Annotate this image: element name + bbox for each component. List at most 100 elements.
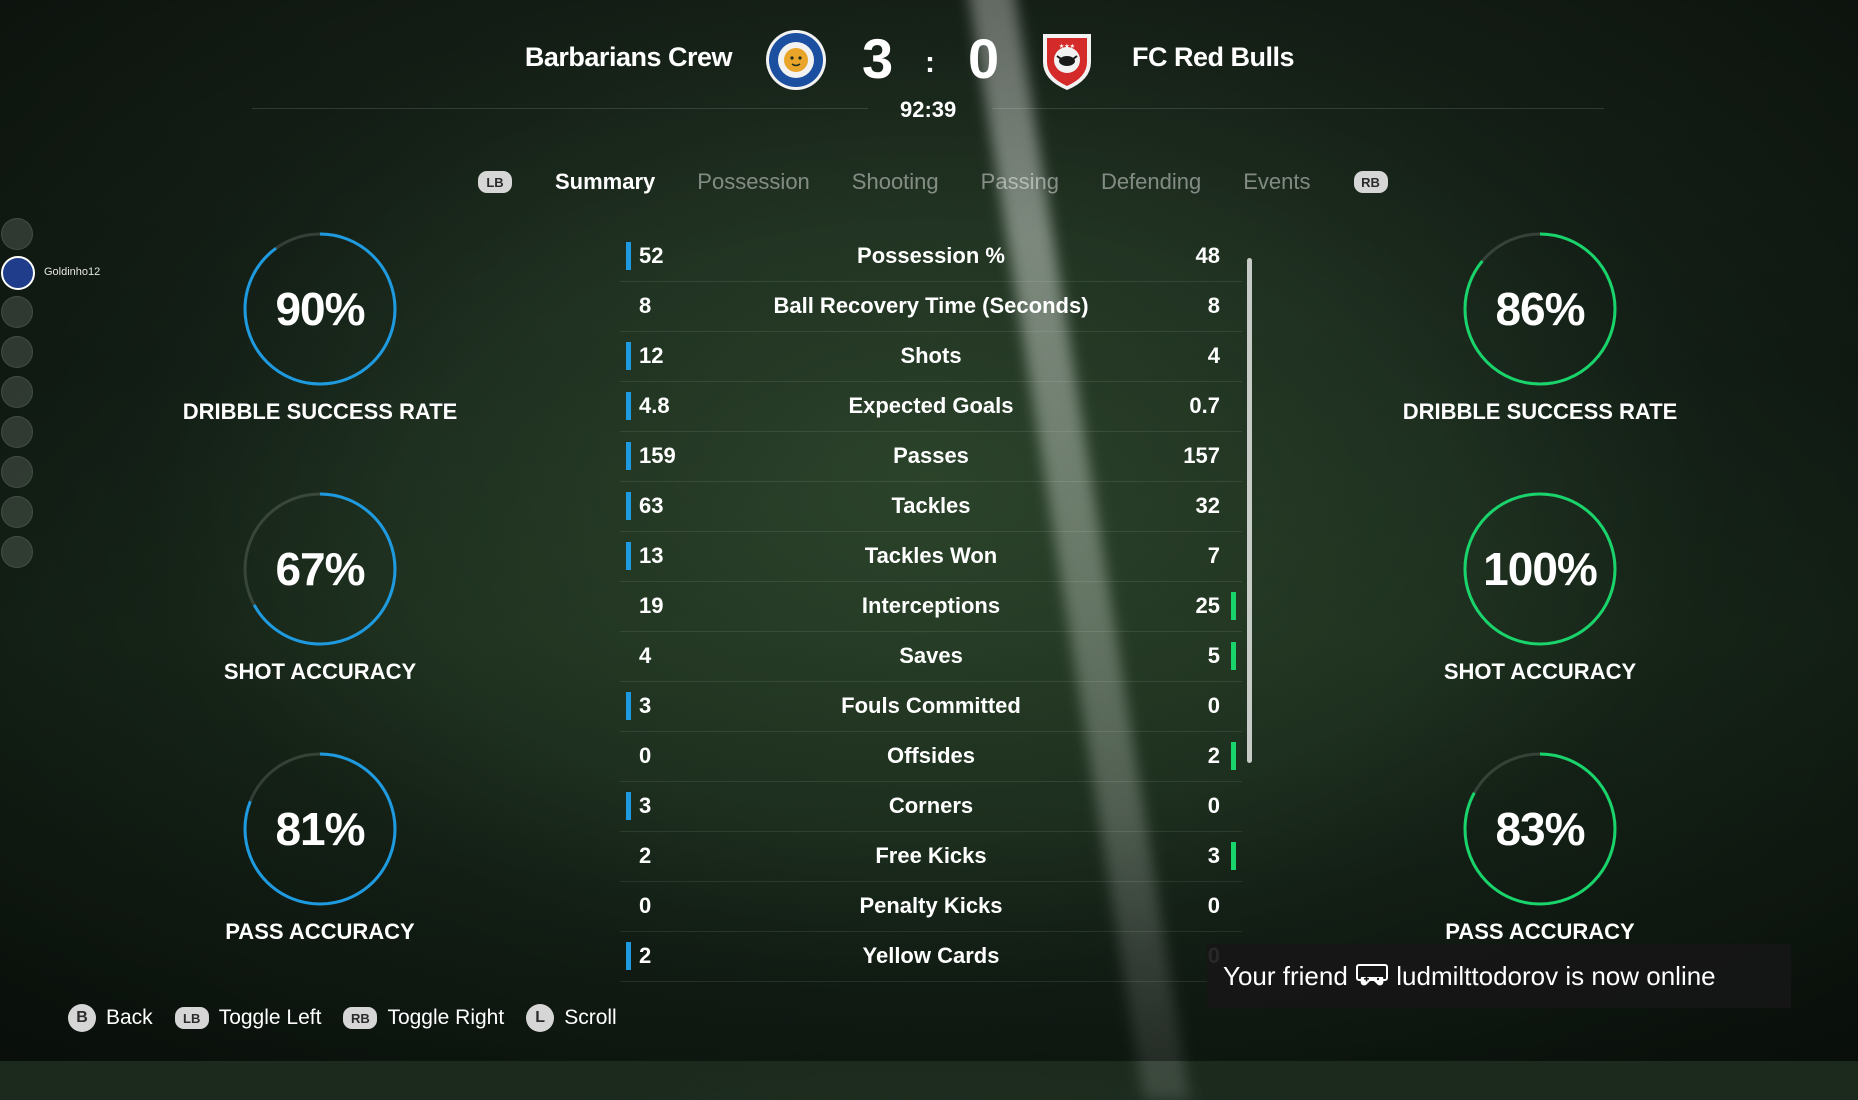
rb-button-icon[interactable]: RB (1353, 171, 1388, 193)
away-shot-ring: 100% (1460, 489, 1620, 649)
stat-name: Fouls Committed (841, 693, 1021, 718)
stat-row: Corners 3 0 (620, 782, 1242, 832)
tab-summary[interactable]: Summary (555, 169, 655, 195)
home-stat-value: 0 (639, 743, 652, 768)
home-score: 3 (862, 27, 894, 90)
stats-scrollbar[interactable] (1247, 258, 1252, 763)
toggle-left-hint[interactable]: LB Toggle Left (174, 1006, 322, 1030)
stat-name: Offsides (886, 743, 976, 768)
tab-passing[interactable]: Passing (981, 169, 1059, 195)
stat-name: Corners (888, 793, 974, 818)
away-dribble-ring: 86% (1460, 229, 1620, 389)
friend-avatar[interactable] (1, 536, 33, 568)
tab-possession[interactable]: Possession (697, 169, 810, 195)
home-stat-value: 8 (639, 293, 652, 318)
stat-row: Tackles 63 32 (620, 482, 1242, 532)
home-stat-value: 19 (639, 593, 664, 618)
rb-button-icon: RB (343, 1007, 378, 1029)
stats-tab-bar: LB Summary Possession Shooting Passing D… (478, 164, 1388, 200)
home-stat-value: 2 (639, 943, 652, 968)
home-stat-value: 3 (639, 793, 652, 818)
home-shot-value: 67% (275, 543, 365, 595)
stat-row: Interceptions 19 25 (620, 582, 1242, 632)
toggle-right-hint[interactable]: RB Toggle Right (343, 1006, 504, 1030)
stat-name: Tackles (891, 493, 971, 518)
friend-avatar[interactable] (1, 376, 33, 408)
friend-avatar[interactable] (1, 296, 33, 328)
home-pass-ring: 81% (240, 749, 400, 909)
left-stick-icon: L (526, 1004, 555, 1032)
tab-defending[interactable]: Defending (1101, 169, 1201, 195)
stat-row: Possession % 52 48 (620, 232, 1242, 282)
stat-row: Passes 159 157 (620, 432, 1242, 482)
toast-prefix: Your friend (1223, 960, 1356, 991)
back-hint[interactable]: B Back (68, 1004, 153, 1032)
away-shot-label: SHOT ACCURACY (1443, 659, 1637, 684)
scroll-label: Scroll (564, 1006, 617, 1029)
gamepad-icon (1356, 964, 1389, 986)
stat-row: Offsides 0 2 (620, 732, 1242, 782)
away-stat-value: 3 (1207, 843, 1220, 868)
stat-name: Tackles Won (864, 543, 998, 568)
stat-name: Yellow Cards (862, 943, 1000, 968)
button-hints: B Back LB Toggle Left RB Toggle Right L … (68, 1004, 639, 1032)
stat-name: Saves (899, 643, 963, 668)
stat-name: Ball Recovery Time (Seconds) (773, 293, 1089, 318)
home-dribble-ring: 90% (240, 229, 400, 389)
away-stat-value: 2 (1207, 743, 1220, 768)
friend-name: Goldinho12 (44, 266, 101, 278)
home-stat-value: 3 (639, 693, 652, 718)
friend-avatar-active[interactable] (1, 256, 35, 290)
away-stat-value: 0 (1207, 693, 1220, 718)
home-shot-ring: 67% (240, 489, 400, 649)
away-pass-ring: 83% (1460, 749, 1620, 909)
home-pass-value: 81% (275, 803, 365, 855)
friend-avatar[interactable] (1, 416, 33, 448)
stat-row: Yellow Cards20 (620, 932, 1242, 982)
away-dribble-value: 86% (1495, 283, 1585, 335)
tab-shooting[interactable]: Shooting (852, 169, 939, 195)
away-stat-value: 8 (1207, 293, 1220, 318)
friend-avatar[interactable] (1, 496, 33, 528)
scoreboard: Barbarians Crew 3 : 0 ★★★ FC Red Bulls 9… (0, 0, 1858, 130)
toggle-left-label: Toggle Left (218, 1006, 322, 1029)
stat-row: Free Kicks 2 3 (620, 832, 1242, 882)
home-team-name: Barbarians Crew (524, 42, 733, 72)
stats-table[interactable]: Possession % 52 48 Ball Recovery Time (Seco… (620, 232, 1242, 982)
friend-online-toast: Your friend ludmilttodorov is now online (1207, 944, 1791, 1008)
friend-avatar[interactable] (1, 218, 33, 250)
home-stat-value: 13 (639, 543, 664, 568)
lb-button-icon: LB (174, 1007, 209, 1029)
away-stat-value: 25 (1195, 593, 1220, 618)
friend-avatar[interactable] (1, 456, 33, 488)
away-stat-value: 5 (1207, 643, 1220, 668)
scroll-hint[interactable]: L Scroll (526, 1004, 617, 1032)
stat-row: Tackles Won 13 7 (620, 532, 1242, 582)
away-stat-value: 157 (1183, 443, 1220, 468)
home-stat-value: 12 (639, 343, 664, 368)
away-stat-value: 0 (1207, 893, 1220, 918)
stat-row: Shots 12 4 (620, 332, 1242, 382)
stat-row: Fouls Committed 3 0 (620, 682, 1242, 732)
friend-avatar[interactable] (1, 336, 33, 368)
match-clock: 92:39 (900, 97, 957, 122)
lb-button-icon[interactable]: LB (478, 171, 512, 193)
home-shot-label: SHOT ACCURACY (223, 659, 417, 684)
stat-name: Possession % (857, 243, 1005, 268)
home-stat-value: 2 (639, 843, 652, 868)
away-stat-value: 4 (1207, 343, 1220, 368)
stat-name: Penalty Kicks (859, 893, 1003, 918)
stat-name: Expected Goals (848, 393, 1014, 418)
score-separator: : (925, 46, 935, 79)
tab-events[interactable]: Events (1243, 169, 1310, 195)
away-crest-icon: ★★★ (1043, 34, 1091, 90)
header-divider-right (992, 108, 1604, 109)
home-pass-label: PASS ACCURACY (225, 919, 415, 944)
stat-row: Saves 4 5 (620, 632, 1242, 682)
away-shot-value: 100% (1483, 543, 1598, 595)
home-stat-value: 159 (639, 443, 676, 468)
home-crest-icon (766, 30, 826, 90)
away-stat-value: 32 (1195, 493, 1220, 518)
away-pass-value: 83% (1495, 803, 1585, 855)
away-dribble-label: DRIBBLE SUCCESS RATE (1402, 399, 1678, 424)
